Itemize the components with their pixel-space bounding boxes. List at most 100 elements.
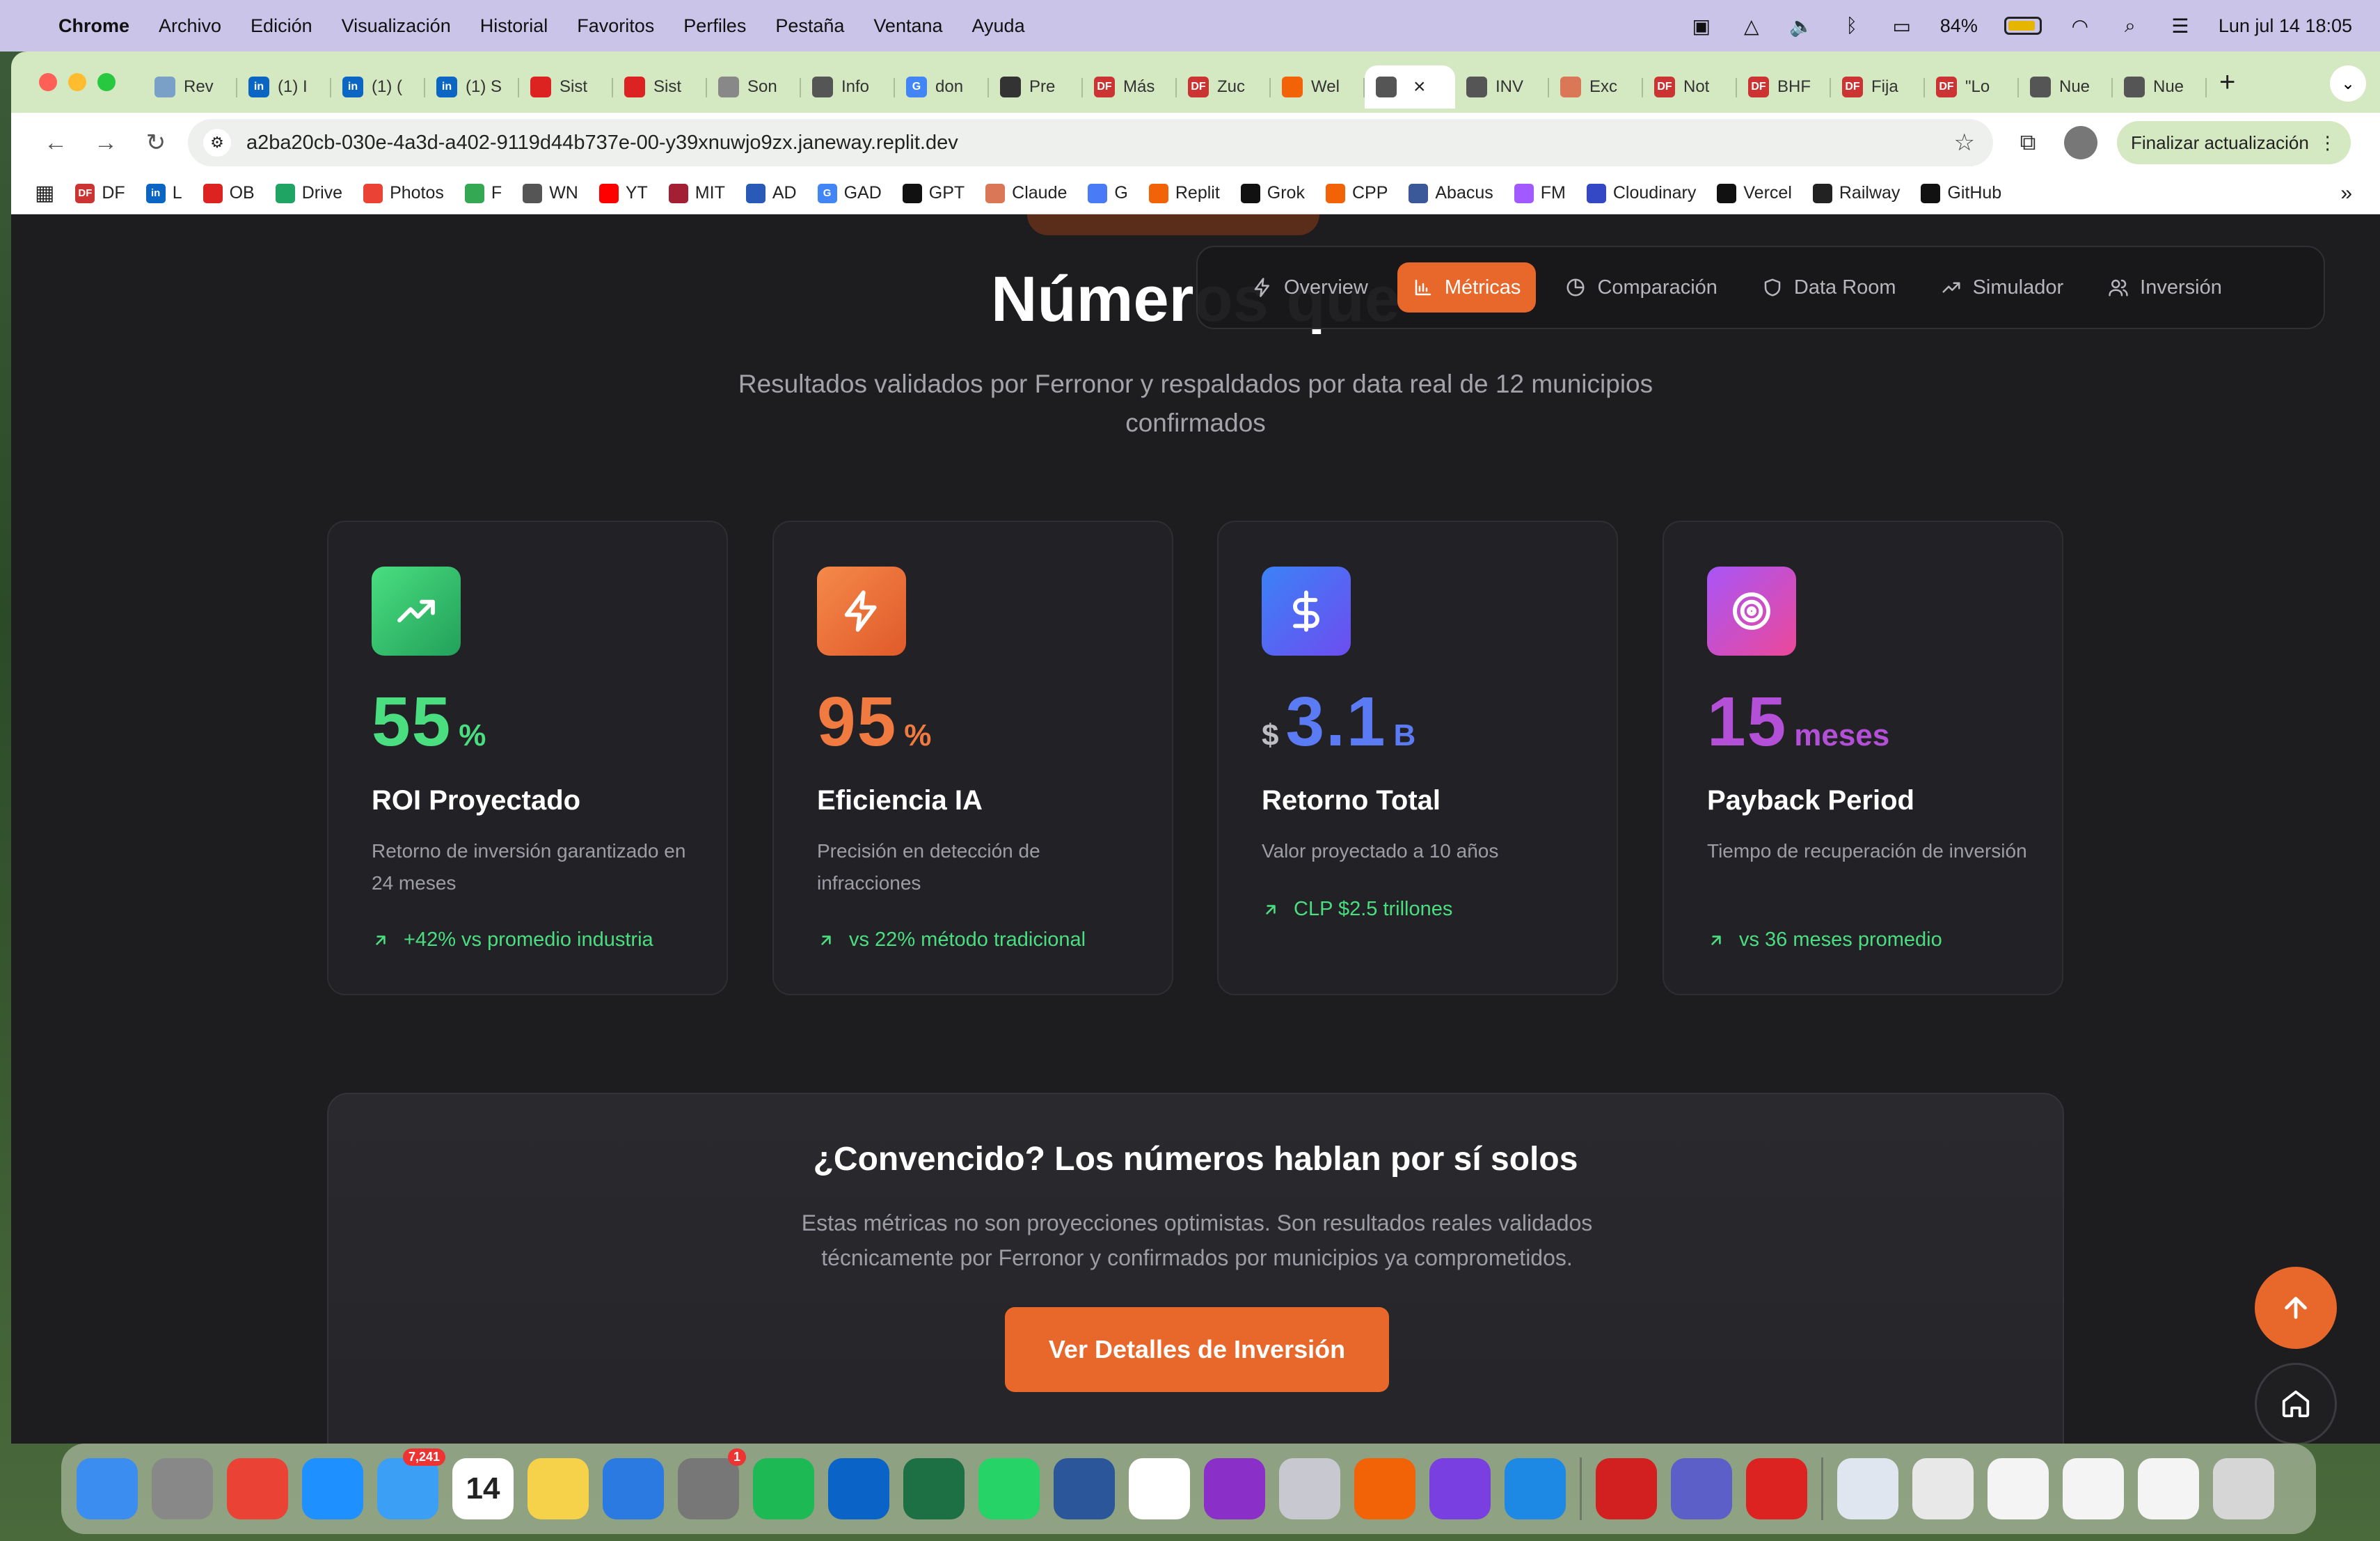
- dock-settings-icon[interactable]: 1: [678, 1448, 746, 1519]
- dock-word-icon[interactable]: [1054, 1458, 1115, 1519]
- close-window-button[interactable]: [39, 73, 57, 91]
- dock-window-3-icon[interactable]: [2063, 1458, 2124, 1519]
- dock-fantastical-icon[interactable]: [1129, 1458, 1190, 1519]
- browser-tab[interactable]: DF Not: [1643, 65, 1737, 109]
- browser-tab[interactable]: DF BHF: [1737, 65, 1831, 109]
- browser-tab[interactable]: Son: [707, 65, 801, 109]
- menu-historial[interactable]: Historial: [480, 15, 548, 37]
- bookmark-item[interactable]: Drive: [275, 183, 342, 203]
- bookmark-item[interactable]: Claude: [985, 183, 1067, 203]
- dock-window-4-icon[interactable]: [2138, 1458, 2199, 1519]
- dock-app-orange-icon[interactable]: [1354, 1458, 1415, 1519]
- browser-tab[interactable]: DF "Lo: [1925, 65, 2019, 109]
- browser-tab[interactable]: Exc: [1549, 65, 1643, 109]
- bookmark-item[interactable]: Railway: [1812, 183, 1900, 203]
- bookmark-item[interactable]: Abacus: [1409, 183, 1493, 203]
- browser-tab[interactable]: ×: [1365, 65, 1455, 109]
- menu-perfiles[interactable]: Perfiles: [683, 15, 746, 37]
- dock-window-1-icon[interactable]: [1912, 1458, 1974, 1519]
- bookmark-item[interactable]: G GAD: [817, 183, 882, 203]
- bookmark-star-icon[interactable]: ☆: [1954, 129, 1975, 157]
- bookmark-item[interactable]: GitHub: [1921, 183, 2001, 203]
- browser-tab[interactable]: Wel: [1271, 65, 1365, 109]
- section-nav-métricas[interactable]: Métricas: [1397, 262, 1537, 313]
- section-nav-data-room[interactable]: Data Room: [1747, 262, 1912, 313]
- bookmark-item[interactable]: in L: [145, 183, 182, 203]
- dock-downloads-icon[interactable]: [1837, 1458, 1898, 1519]
- more-menu-icon[interactable]: ⋮: [2319, 132, 2337, 154]
- clock[interactable]: Lun jul 14 18:05: [2219, 15, 2352, 37]
- forward-button[interactable]: →: [81, 129, 131, 157]
- url-text[interactable]: a2ba20cb-030e-4a3d-a402-9119d44b737e-00-…: [246, 132, 958, 155]
- tab-search-button[interactable]: ⌄: [2330, 65, 2366, 102]
- dock-outlook-icon[interactable]: [828, 1458, 889, 1519]
- browser-tab[interactable]: Info: [801, 65, 895, 109]
- bookmark-item[interactable]: Grok: [1240, 183, 1305, 203]
- bookmark-item[interactable]: MIT: [668, 183, 725, 203]
- dock-whatsapp-icon[interactable]: [978, 1458, 1040, 1519]
- browser-tab[interactable]: Sist: [613, 65, 707, 109]
- home-button[interactable]: [2255, 1363, 2337, 1444]
- section-nav-comparación[interactable]: Comparación: [1550, 262, 1732, 313]
- bookmark-item[interactable]: YT: [598, 183, 648, 203]
- browser-tab[interactable]: DF Más: [1083, 65, 1177, 109]
- menubar-app-name[interactable]: Chrome: [58, 15, 129, 37]
- browser-tab[interactable]: Nue: [2019, 65, 2113, 109]
- menu-ayuda[interactable]: Ayuda: [972, 15, 1025, 37]
- dock-spotify-icon[interactable]: [753, 1458, 814, 1519]
- dock-window-2-icon[interactable]: [1988, 1458, 2049, 1519]
- bookmark-item[interactable]: AD: [745, 183, 797, 203]
- browser-tab[interactable]: in (1) (: [331, 65, 425, 109]
- menu-archivo[interactable]: Archivo: [159, 15, 221, 37]
- bookmark-item[interactable]: GPT: [902, 183, 965, 203]
- section-nav-inversión[interactable]: Inversión: [2093, 262, 2237, 313]
- update-button[interactable]: Finalizar actualización ⋮: [2117, 121, 2351, 164]
- control-center-icon[interactable]: ☰: [2168, 15, 2192, 37]
- dock-launchpad-icon[interactable]: [152, 1458, 213, 1519]
- browser-tab[interactable]: in (1) I: [237, 65, 331, 109]
- spotlight-search-icon[interactable]: ⌕: [2118, 15, 2142, 36]
- zoom-window-button[interactable]: [97, 73, 116, 91]
- browser-tab[interactable]: Sist: [519, 65, 613, 109]
- browser-tab[interactable]: Nue: [2113, 65, 2207, 109]
- browser-tab[interactable]: DF Zuc: [1177, 65, 1271, 109]
- close-tab-icon[interactable]: ×: [1413, 75, 1426, 99]
- battery-icon[interactable]: [2004, 17, 2042, 35]
- dock-finder-icon[interactable]: [77, 1458, 138, 1519]
- bookmark-item[interactable]: F: [464, 183, 502, 203]
- site-info-icon[interactable]: ⚙: [203, 129, 231, 157]
- investment-details-button[interactable]: Ver Detalles de Inversión: [1005, 1307, 1389, 1392]
- drive-status-icon[interactable]: △: [1740, 15, 1763, 37]
- volume-icon[interactable]: 🔈: [1789, 15, 1814, 37]
- bookmark-item[interactable]: FM: [1514, 183, 1566, 203]
- dock-chrome-icon[interactable]: [227, 1458, 288, 1519]
- dock-notes-icon[interactable]: [527, 1458, 589, 1519]
- apps-grid-icon[interactable]: ▦: [35, 181, 54, 205]
- dock-mail-icon[interactable]: 7,241: [377, 1448, 445, 1519]
- reload-button[interactable]: ↻: [131, 129, 181, 157]
- menu-ventana[interactable]: Ventana: [873, 15, 942, 37]
- menu-favoritos[interactable]: Favoritos: [577, 15, 654, 37]
- section-nav-overview[interactable]: Overview: [1237, 262, 1383, 313]
- back-button[interactable]: ←: [31, 129, 81, 157]
- dock-trash-icon[interactable]: [2213, 1458, 2274, 1519]
- browser-tab[interactable]: DF Fija: [1831, 65, 1925, 109]
- scroll-to-top-button[interactable]: [2255, 1267, 2337, 1349]
- dock-vscode-icon[interactable]: [1505, 1458, 1566, 1519]
- dock-acrobat-icon[interactable]: [1596, 1458, 1657, 1519]
- menu-edicion[interactable]: Edición: [251, 15, 312, 37]
- dock-app-purple-icon[interactable]: [1204, 1458, 1265, 1519]
- dock-excel-icon[interactable]: [903, 1458, 965, 1519]
- bookmark-item[interactable]: Replit: [1148, 183, 1220, 203]
- more-bookmarks-icon[interactable]: »: [2340, 182, 2352, 205]
- section-nav-simulador[interactable]: Simulador: [1926, 262, 2079, 313]
- wifi-icon[interactable]: ◠: [2068, 15, 2092, 37]
- bookmark-item[interactable]: CPP: [1325, 183, 1388, 203]
- browser-tab[interactable]: INV: [1455, 65, 1549, 109]
- display-icon[interactable]: ▭: [1890, 15, 1914, 37]
- browser-tab[interactable]: Gdon: [895, 65, 989, 109]
- dock-photobooth-icon[interactable]: [1746, 1458, 1807, 1519]
- browser-tab[interactable]: Rev: [143, 65, 237, 109]
- dock-safari-icon[interactable]: [302, 1458, 363, 1519]
- dock-github-desktop-icon[interactable]: [1429, 1458, 1491, 1519]
